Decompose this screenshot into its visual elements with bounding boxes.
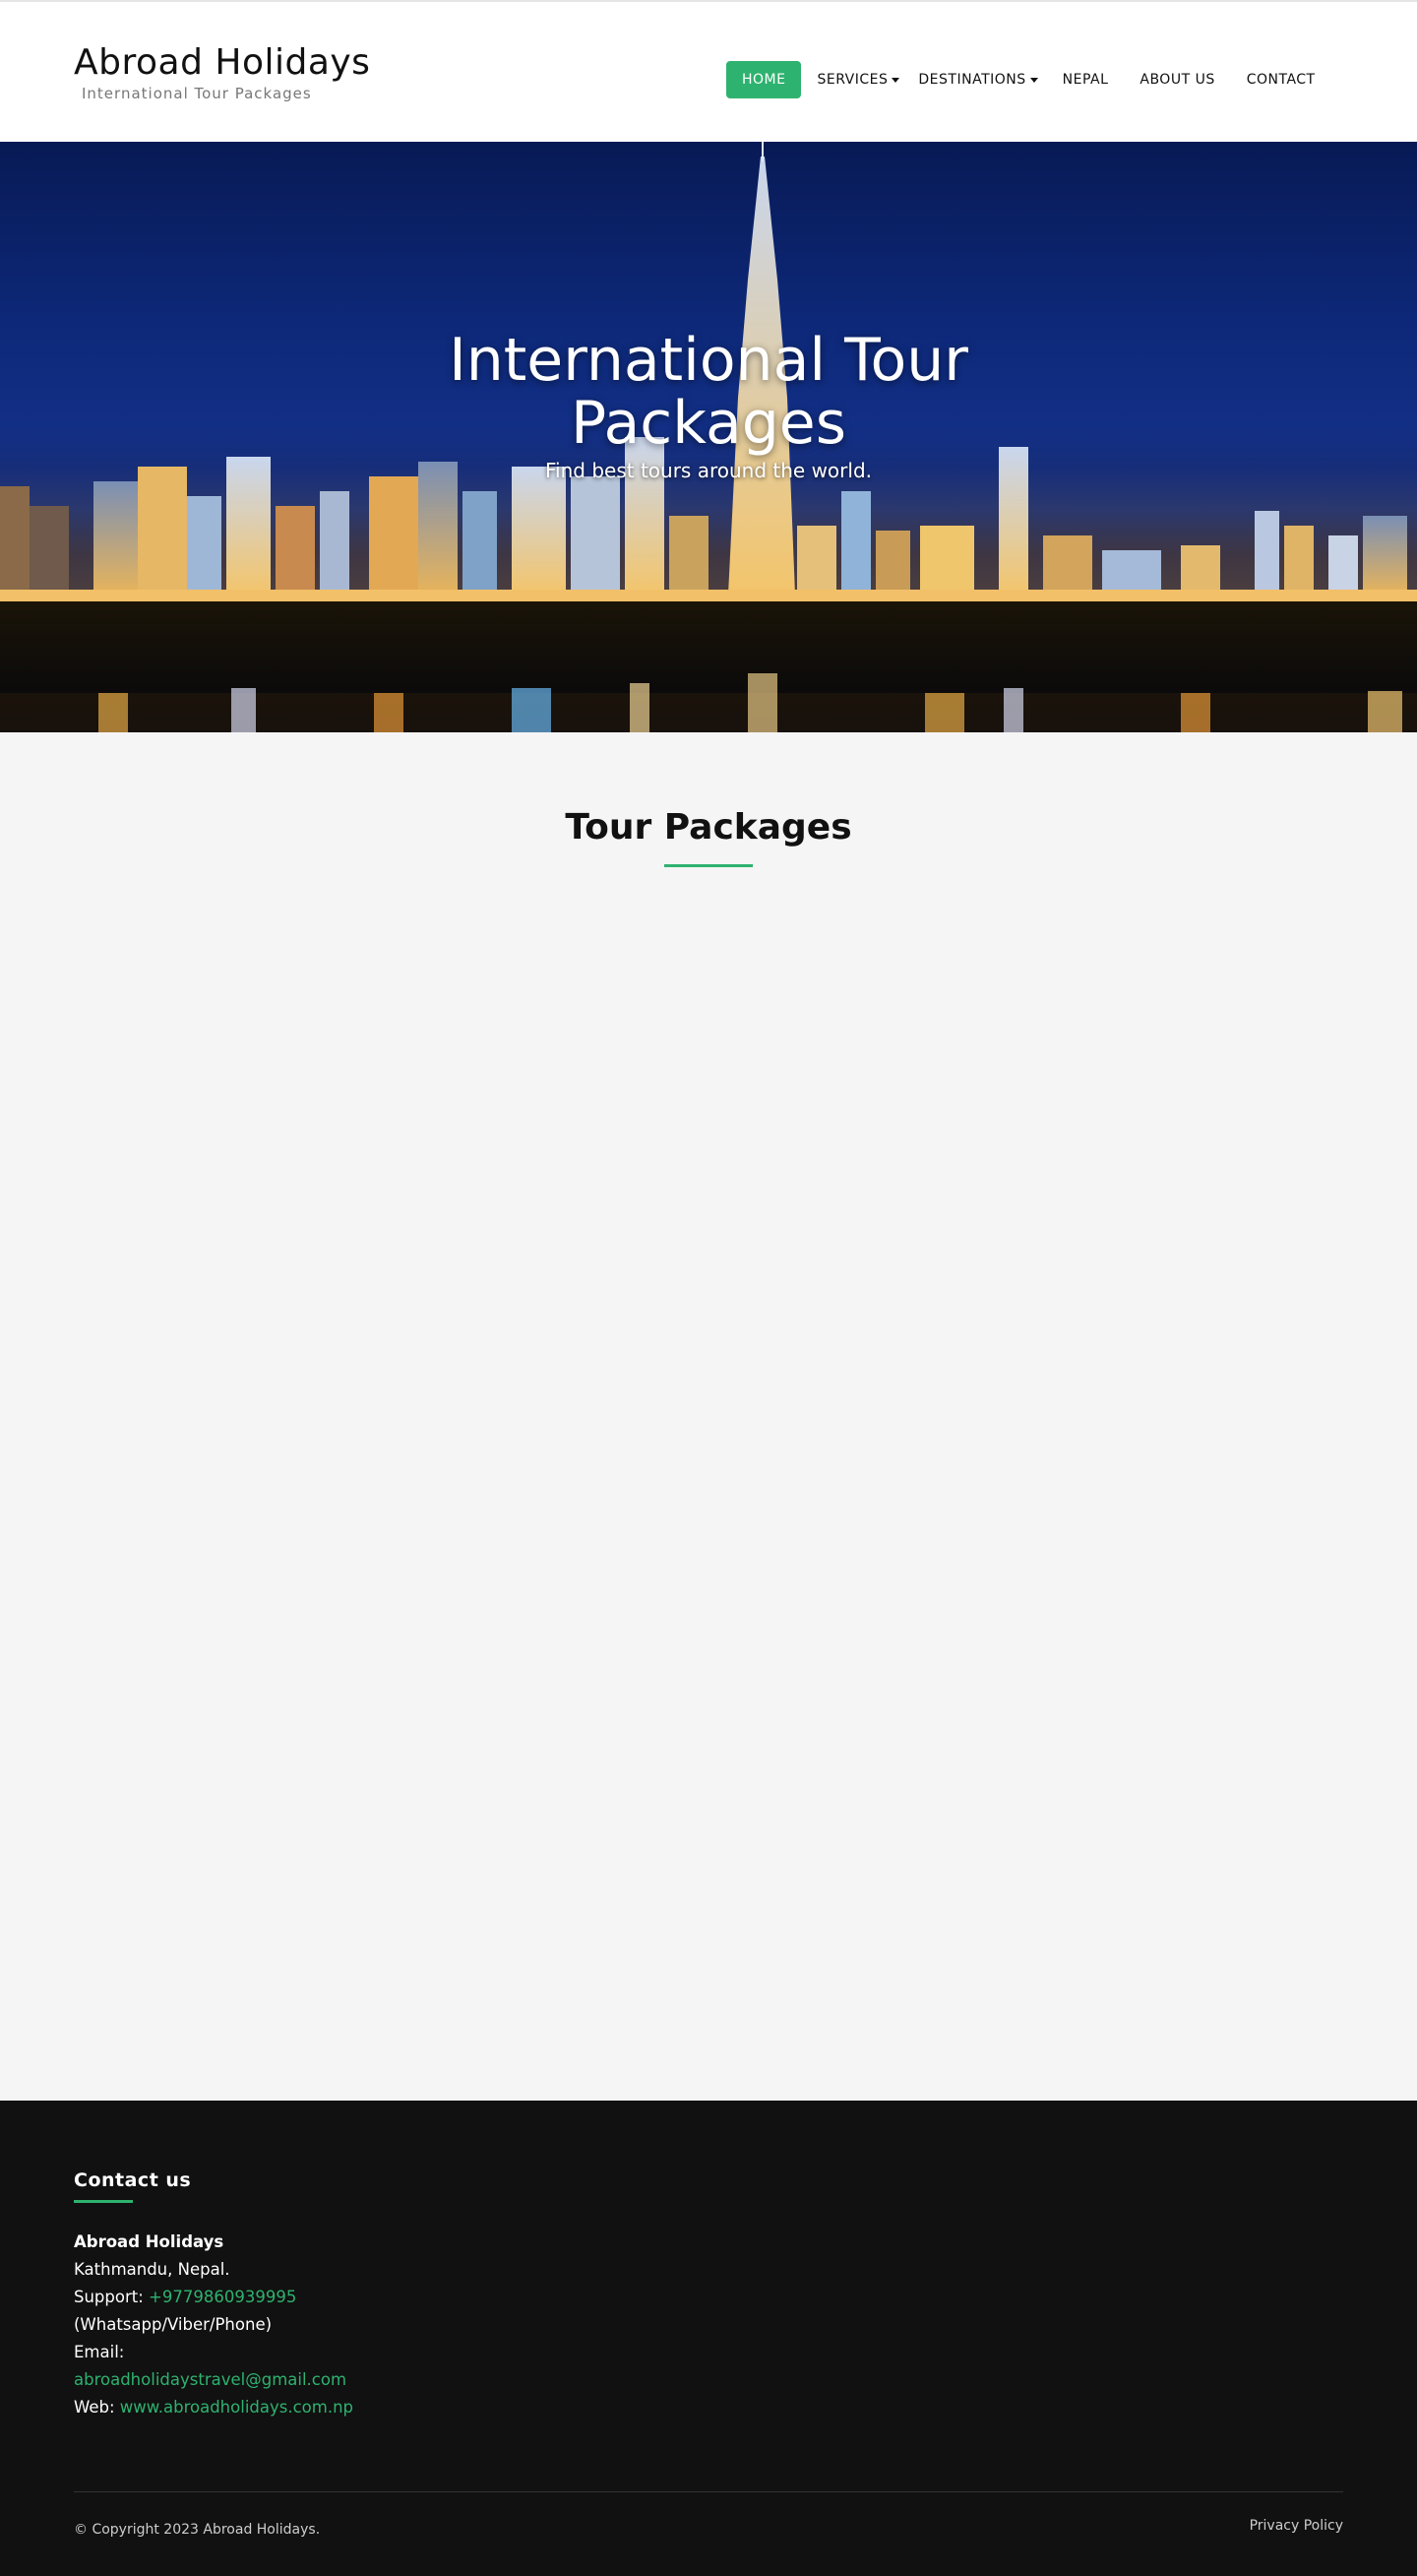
nav-home[interactable]: HOME [726,61,802,98]
hero-title: International Tour Packages [0,329,1417,455]
nav-nepal[interactable]: NEPAL [1038,61,1125,98]
support-label: Support: [74,2288,150,2306]
hero-title-line2: Packages [571,389,846,458]
web-line: Web: www.abroadholidays.com.np [74,2394,353,2421]
tour-packages-section: Tour Packages [0,732,1417,2101]
email-link[interactable]: abroadholidaystravel@gmail.com [74,2370,346,2389]
web-label: Web: [74,2398,120,2417]
company-name: Abroad Holidays [74,2232,224,2251]
email-label: Email: [74,2343,125,2361]
hero-subtitle: Find best tours around the world. [545,459,872,482]
nav-services[interactable]: SERVICES [801,61,900,98]
nav-contact-label: CONTACT [1246,72,1316,88]
site-header: Abroad Holidays International Tour Packa… [0,2,1417,142]
support-phone-link[interactable]: +9779860939995 [149,2288,296,2306]
web-link[interactable]: www.abroadholidays.com.np [120,2398,353,2417]
nav-destinations[interactable]: DESTINATIONS [899,61,1038,98]
footer-heading-underline [74,2200,133,2203]
footer-heading: Contact us [74,2169,192,2191]
nav-about-label: ABOUT US [1140,72,1215,88]
nav-destinations-label: DESTINATIONS [918,72,1026,88]
footer-divider [74,2491,1343,2492]
support-note: (Whatsapp/Viber/Phone) [74,2315,273,2334]
brand-title[interactable]: Abroad Holidays [74,41,370,85]
company-address: Kathmandu, Nepal. [74,2260,230,2279]
copyright-text: © Copyright 2023 Abroad Holidays. [74,2522,321,2538]
contact-info: Abroad Holidays Kathmandu, Nepal. Suppor… [74,2229,353,2421]
hero-title-line1: International Tour [449,326,968,395]
hero-banner: International Tour Packages Find best to… [0,142,1417,732]
main-nav: HOME SERVICES DESTINATIONS NEPAL ABOUT U… [726,61,1331,98]
brand-subtitle: International Tour Packages [82,85,312,102]
nav-services-label: SERVICES [817,72,889,88]
nav-nepal-label: NEPAL [1062,72,1109,88]
caret-down-icon [892,77,900,83]
section-title: Tour Packages [565,807,852,848]
privacy-policy-link[interactable]: Privacy Policy [1250,2518,1343,2534]
nav-contact[interactable]: CONTACT [1231,61,1331,98]
site-footer: Contact us Abroad Holidays Kathmandu, Ne… [0,2101,1417,2576]
brand[interactable]: Abroad Holidays International Tour Packa… [74,41,370,102]
support-line: Support: +9779860939995 [74,2284,353,2311]
caret-down-icon [1029,77,1038,83]
nav-about[interactable]: ABOUT US [1124,61,1230,98]
nav-home-label: HOME [742,72,786,88]
section-title-underline [664,864,753,867]
